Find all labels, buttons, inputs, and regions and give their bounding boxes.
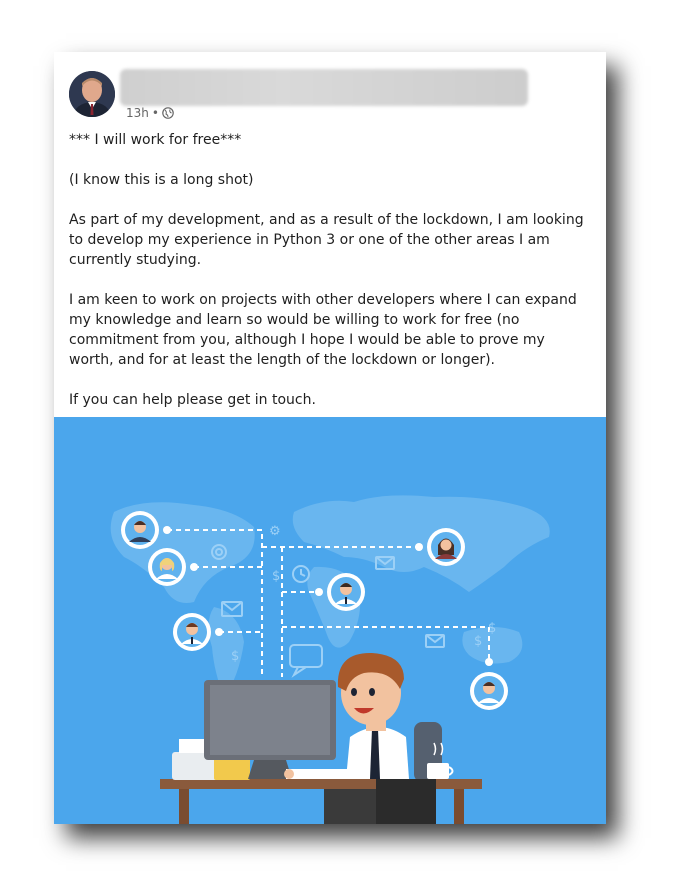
post-card: 13h • *** I will work for free*** (I kno… <box>54 52 606 824</box>
globe-icon <box>162 107 174 119</box>
svg-text:$: $ <box>474 634 482 649</box>
author-name-redacted[interactable] <box>120 69 528 106</box>
contact-avatar <box>148 548 186 586</box>
contact-avatar <box>470 672 508 710</box>
svg-text:⚙: ⚙ <box>269 524 281 539</box>
post-paragraph: I am keen to work on projects with other… <box>69 292 577 368</box>
post-timestamp[interactable]: 13h <box>126 106 149 120</box>
contact-avatar <box>173 613 211 651</box>
post-image-remote-work-illustration[interactable]: $ $ $ $ ⚙ <box>54 417 606 824</box>
svg-text:$: $ <box>488 621 496 636</box>
svg-text:$: $ <box>272 569 280 584</box>
svg-text:$: $ <box>231 649 239 664</box>
post-paragraph: If you can help please get in touch. <box>69 392 316 408</box>
author-avatar[interactable] <box>69 71 115 117</box>
contact-avatar <box>327 573 365 611</box>
post-paragraph: As part of my development, and as a resu… <box>69 212 584 268</box>
contact-avatar <box>121 511 159 549</box>
post-text: *** I will work for free*** (I know this… <box>69 130 591 430</box>
post-paragraph: (I know this is a long shot) <box>69 172 254 188</box>
meta-separator: • <box>151 106 159 120</box>
post-paragraph: *** I will work for free*** <box>69 132 242 148</box>
post-meta: 13h • <box>126 106 174 120</box>
contact-avatar <box>427 528 465 566</box>
